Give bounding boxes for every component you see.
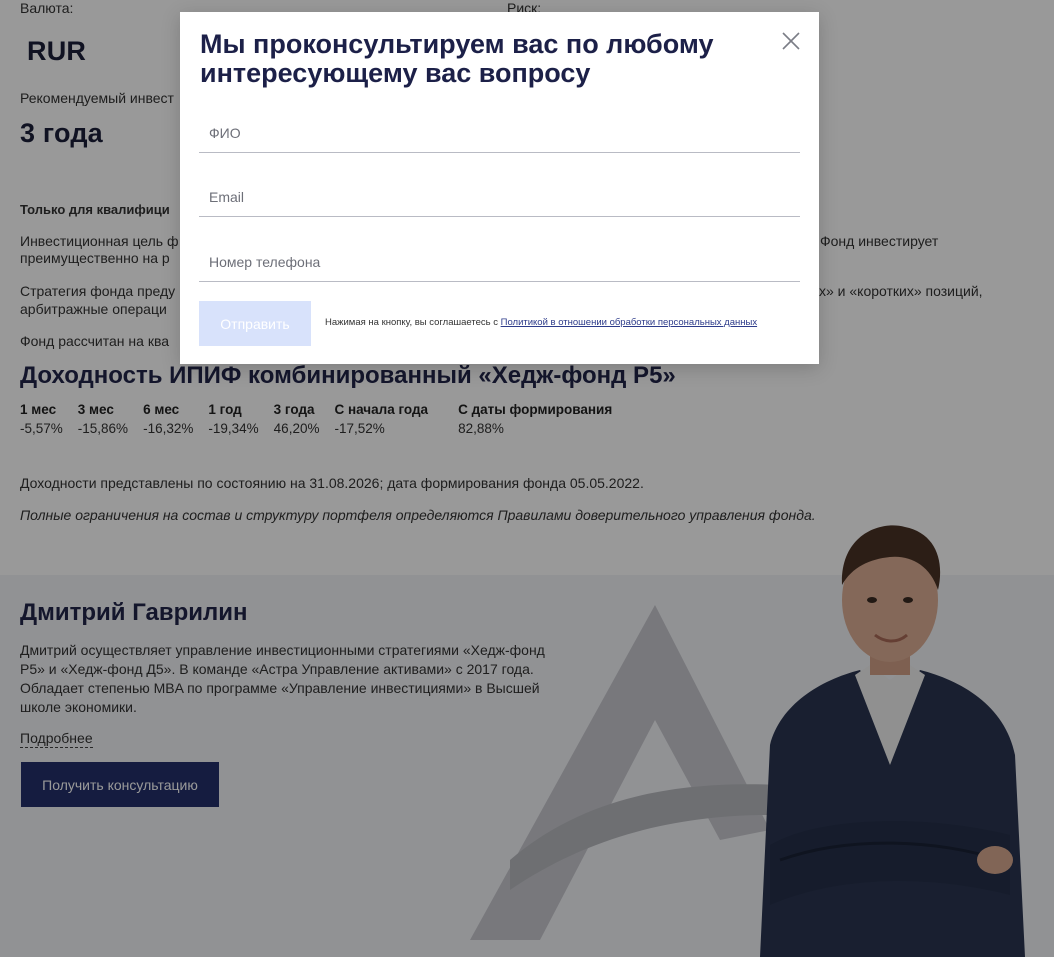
email-input[interactable] — [199, 177, 800, 217]
consent-text: Нажимая на кнопку, вы соглашаетесь с — [325, 317, 501, 328]
close-icon[interactable] — [780, 30, 802, 52]
privacy-policy-link[interactable]: Политикой в отношении обработки персонал… — [501, 317, 757, 328]
consultation-modal: Мы проконсультируем вас по любому интере… — [180, 12, 819, 364]
modal-title: Мы проконсультируем вас по любому интере… — [200, 29, 714, 88]
fio-input[interactable] — [199, 113, 800, 153]
page: Валюта: Риск: RUR Рекомендуемый инвест 3… — [0, 0, 1054, 957]
consent-note: Нажимая на кнопку, вы соглашаетесь с Пол… — [325, 317, 757, 328]
phone-input[interactable] — [199, 242, 800, 282]
submit-button[interactable]: Отправить — [199, 301, 311, 346]
